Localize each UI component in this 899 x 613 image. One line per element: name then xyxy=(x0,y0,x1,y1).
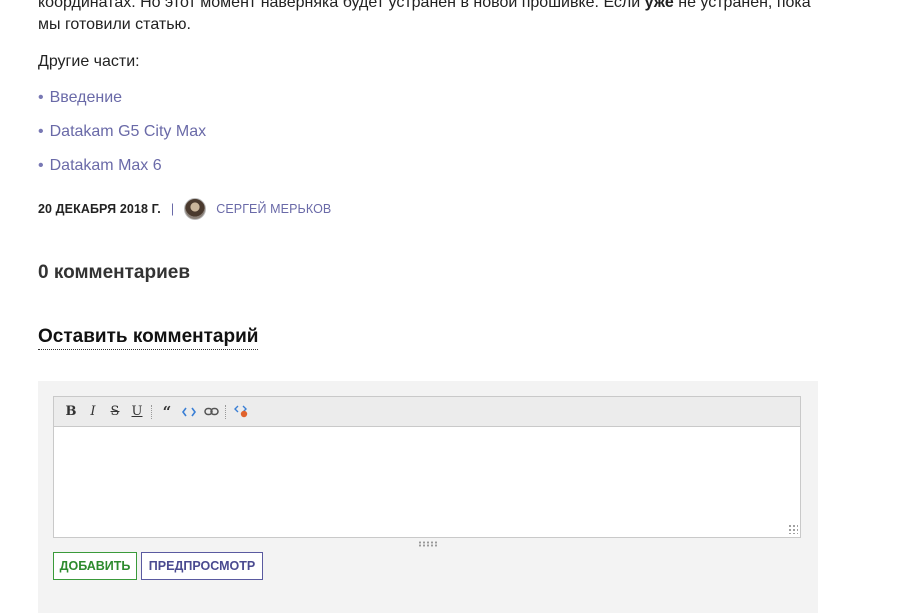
other-parts-list: • Введение • Datakam G5 City Max • Datakam … xyxy=(38,87,206,189)
add-comment-button[interactable]: ДОБАВИТЬ xyxy=(53,552,137,580)
meta-separator: | xyxy=(170,202,175,216)
italic-button[interactable]: I xyxy=(82,401,104,423)
article-text-end: не устранен, пока xyxy=(673,0,811,11)
list-item: • Datakam G5 City Max xyxy=(38,121,206,155)
comment-form: B I S U “ ДОБАВИТЬ ПРЕДПРОСМОТР xyxy=(38,381,818,613)
preview-button[interactable]: ПРЕДПРОСМОТР xyxy=(141,552,263,580)
author-link[interactable]: СЕРГЕЙ МЕРЬКОВ xyxy=(216,202,331,216)
strikethrough-button[interactable]: S xyxy=(104,401,126,423)
part-link-intro[interactable]: Введение xyxy=(50,89,122,106)
comment-textarea[interactable] xyxy=(53,426,801,538)
article-text-start: координатах. Но этот момент наверняка бу… xyxy=(38,0,645,11)
list-item: • Введение xyxy=(38,87,206,121)
toolbar-divider xyxy=(225,404,227,419)
resize-grip-icon[interactable] xyxy=(418,541,438,547)
part-link-g5-city-max[interactable]: Datakam G5 City Max xyxy=(50,123,206,140)
part-link-max-6[interactable]: Datakam Max 6 xyxy=(50,157,162,174)
comments-count-title: 0 комментариев xyxy=(38,262,191,283)
article-text-line2: мы готовили статью. xyxy=(38,16,191,33)
toolbar-divider xyxy=(151,404,153,419)
quote-button[interactable]: “ xyxy=(156,401,178,423)
post-meta: 20 ДЕКАБРЯ 2018 Г. | СЕРГЕЙ МЕРЬКОВ xyxy=(38,196,331,222)
bullet-icon: • xyxy=(38,89,44,106)
bullet-icon: • xyxy=(38,157,44,174)
bullet-icon: • xyxy=(38,123,44,140)
underline-button[interactable]: U xyxy=(126,401,148,423)
list-item: • Datakam Max 6 xyxy=(38,155,206,189)
code-icon[interactable] xyxy=(178,401,200,423)
bold-button[interactable]: B xyxy=(60,401,82,423)
link-icon[interactable] xyxy=(200,401,222,423)
source-code-icon[interactable] xyxy=(230,401,252,423)
leave-comment-title: Оставить комментарий xyxy=(38,326,259,350)
author-avatar[interactable] xyxy=(184,198,207,220)
resize-handle-icon[interactable] xyxy=(788,524,798,534)
article-paragraph: координатах. Но этот момент наверняка бу… xyxy=(38,0,828,36)
editor-toolbar: B I S U “ xyxy=(53,396,801,426)
post-date: 20 ДЕКАБРЯ 2018 Г. xyxy=(38,202,161,216)
other-parts-label: Другие части: xyxy=(38,53,140,70)
article-text-bold: уже xyxy=(644,0,674,11)
